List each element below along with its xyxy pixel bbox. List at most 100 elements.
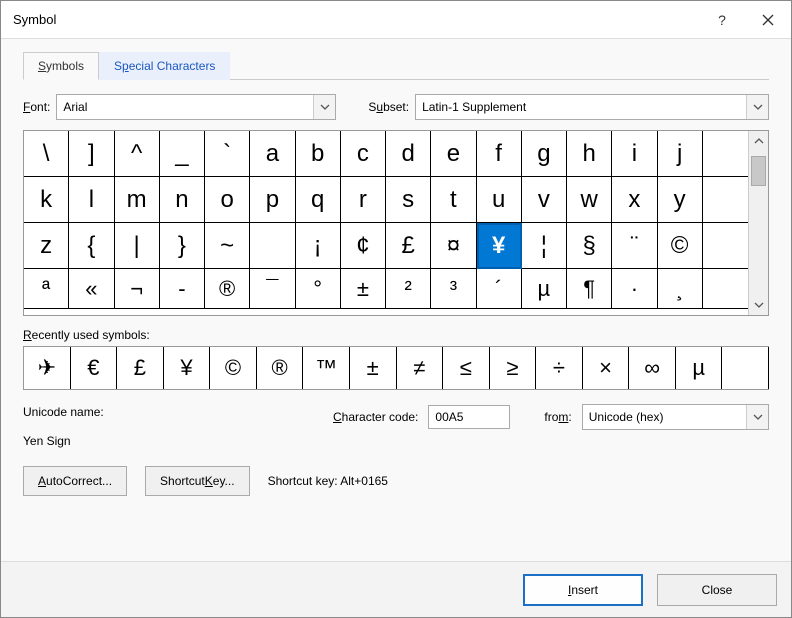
tab-symbols[interactable]: Symbols [23,52,99,80]
symbol-cell[interactable]: m [115,177,160,223]
scrollbar-thumb[interactable] [751,156,766,186]
symbol-cell[interactable]: p [250,177,295,223]
shortcut-key-button[interactable]: Shortcut Key... [145,466,250,496]
recent-symbol-cell[interactable]: © [210,347,257,389]
symbol-cell[interactable]: ± [341,269,386,309]
symbol-cell[interactable]: w [567,177,612,223]
scroll-up-icon[interactable] [749,131,768,151]
symbol-cell[interactable]: { [69,223,114,269]
symbol-cell[interactable]: j [658,131,703,177]
symbol-cell[interactable]: a [250,131,295,177]
symbol-cell[interactable]: n [160,177,205,223]
recent-symbol-cell[interactable]: ≤ [443,347,490,389]
symbol-cell[interactable]: z [24,223,69,269]
recent-symbol-cell[interactable]: ∞ [629,347,676,389]
recent-symbol-cell[interactable]: ✈ [24,347,71,389]
symbol-cell[interactable]: ¸ [658,269,703,309]
subset-select[interactable]: Latin-1 Supplement [415,94,769,120]
recent-symbol-cell[interactable]: ± [350,347,397,389]
symbol-cell[interactable]: ´ [477,269,522,309]
symbol-cell[interactable]: l [69,177,114,223]
recent-symbol-cell[interactable]: µ [676,347,723,389]
symbol-cell[interactable]: b [296,131,341,177]
symbol-cell[interactable] [703,223,748,269]
close-dialog-button[interactable]: Close [657,574,777,606]
symbol-cell[interactable]: v [522,177,567,223]
symbol-cell[interactable]: ¡ [296,223,341,269]
symbol-cell[interactable]: ` [205,131,250,177]
help-button[interactable]: ? [699,1,745,38]
symbol-cell[interactable]: _ [160,131,205,177]
symbol-cell[interactable]: ¥ [477,223,522,269]
symbol-cell[interactable]: ¨ [612,223,657,269]
symbol-grid[interactable]: \]^_`abcdefghij klmnopqrstuvwxy z{|}~ ¡¢£¤¥… [24,131,748,315]
symbol-cell[interactable]: - [160,269,205,309]
symbol-cell[interactable]: f [477,131,522,177]
symbol-cell[interactable]: £ [386,223,431,269]
shortcut-text: Shortcut key: Alt+0165 [268,474,388,488]
symbol-cell[interactable]: ] [69,131,114,177]
symbol-cell[interactable]: g [522,131,567,177]
recent-symbol-cell[interactable]: € [71,347,118,389]
symbol-cell[interactable]: ^ [115,131,160,177]
symbol-cell[interactable]: k [24,177,69,223]
symbol-cell[interactable] [250,223,295,269]
symbol-cell[interactable]: } [160,223,205,269]
tab-special-characters[interactable]: Special Characters [99,52,230,80]
symbol-cell[interactable]: d [386,131,431,177]
recent-symbol-cell[interactable]: ≥ [490,347,537,389]
symbol-cell[interactable]: µ [522,269,567,309]
autocorrect-button[interactable]: AutoCorrect... [23,466,127,496]
symbol-cell[interactable]: « [69,269,114,309]
symbol-cell[interactable]: ¬ [115,269,160,309]
from-select[interactable]: Unicode (hex) [582,404,769,430]
symbol-cell[interactable]: q [296,177,341,223]
font-select[interactable]: Arial [56,94,336,120]
symbol-cell[interactable]: § [567,223,612,269]
symbol-cell[interactable]: e [431,131,476,177]
scroll-down-icon[interactable] [749,295,768,315]
recent-symbol-cell[interactable]: ® [257,347,304,389]
grid-scrollbar[interactable] [748,131,768,315]
symbol-cell[interactable]: © [658,223,703,269]
symbol-cell[interactable]: ³ [431,269,476,309]
symbol-cell[interactable]: ¢ [341,223,386,269]
symbol-cell[interactable]: ¤ [431,223,476,269]
symbol-cell[interactable]: y [658,177,703,223]
recent-symbol-cell[interactable]: ™ [303,347,350,389]
symbol-cell[interactable] [703,269,748,309]
symbol-cell[interactable]: r [341,177,386,223]
symbol-cell[interactable] [703,131,748,177]
symbol-cell[interactable]: · [612,269,657,309]
from-label: from: [544,410,571,424]
symbol-cell[interactable]: h [567,131,612,177]
recent-symbol-cell[interactable] [722,347,769,389]
symbol-cell[interactable]: x [612,177,657,223]
symbol-cell[interactable]: \ [24,131,69,177]
recent-symbol-cell[interactable]: £ [117,347,164,389]
symbol-cell[interactable] [703,177,748,223]
symbol-cell[interactable]: ° [296,269,341,309]
symbol-cell[interactable]: o [205,177,250,223]
symbol-cell[interactable]: ¶ [567,269,612,309]
recent-symbol-cell[interactable]: × [583,347,630,389]
charcode-input[interactable]: 00A5 [428,405,510,429]
symbol-cell[interactable]: ~ [205,223,250,269]
symbol-cell[interactable]: ¯ [250,269,295,309]
symbol-cell[interactable]: | [115,223,160,269]
recent-symbol-cell[interactable]: ÷ [536,347,583,389]
insert-button[interactable]: Insert [523,574,643,606]
symbol-cell[interactable]: ® [205,269,250,309]
symbol-cell[interactable]: t [431,177,476,223]
symbol-cell[interactable]: ¦ [522,223,567,269]
recent-symbol-cell[interactable]: ≠ [397,347,444,389]
symbol-cell[interactable]: s [386,177,431,223]
symbol-cell[interactable]: c [341,131,386,177]
symbol-cell[interactable]: i [612,131,657,177]
recent-symbols-grid[interactable]: ✈€£¥©®™±≠≤≥÷×∞µ [23,346,769,390]
close-button[interactable] [745,1,791,38]
recent-symbol-cell[interactable]: ¥ [164,347,211,389]
symbol-cell[interactable]: ª [24,269,69,309]
symbol-cell[interactable]: ² [386,269,431,309]
symbol-cell[interactable]: u [477,177,522,223]
